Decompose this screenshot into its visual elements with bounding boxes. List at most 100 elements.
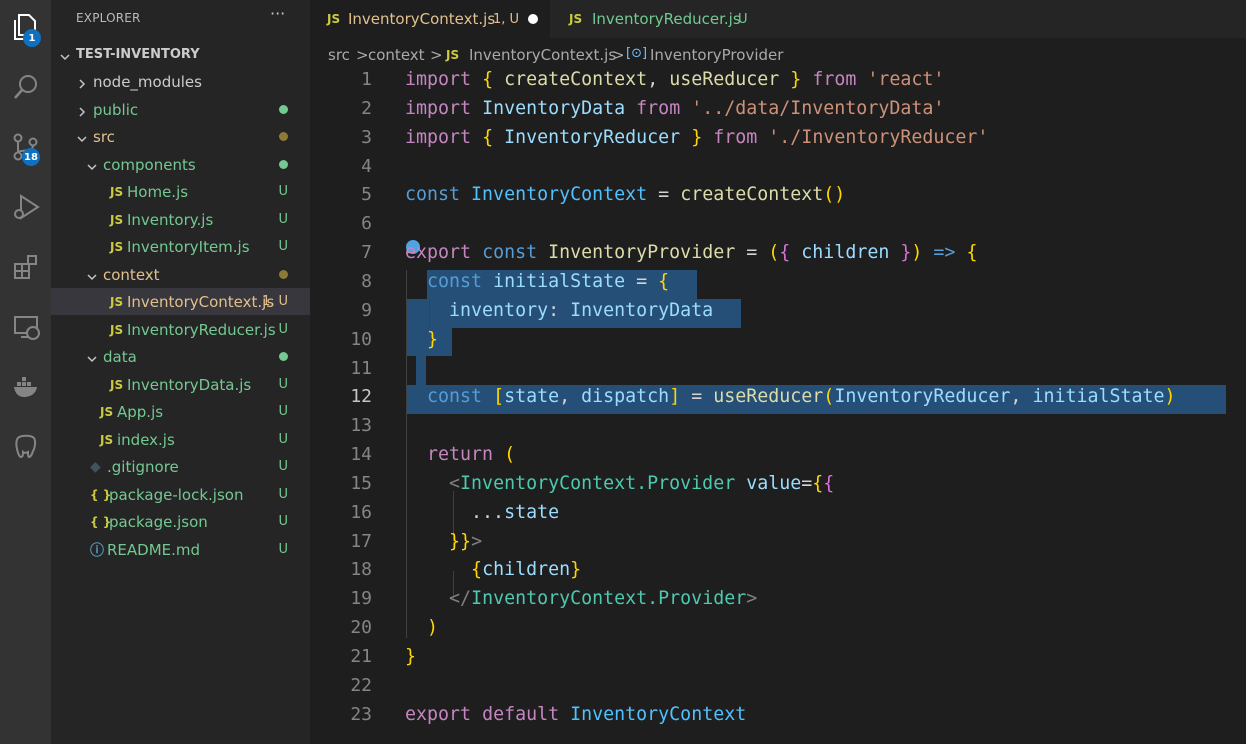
code-line[interactable]: ...state ...state [405, 502, 559, 523]
source-control-activity[interactable]: 18 [0, 122, 51, 172]
tab-inventorycontext[interactable]: JS InventoryContext.js 1, U [310, 0, 550, 38]
js-file-icon: JS [100, 404, 114, 419]
line-number: 18 [350, 559, 372, 581]
tab-inventoryreducer[interactable]: JS InventoryReducer.js U [551, 0, 761, 38]
line-number: 7 [361, 242, 372, 264]
code-line[interactable]: </InventoryContext.Provider> </Inventory… [405, 588, 757, 609]
breadcrumb-separator: > [430, 46, 443, 64]
tree-item-label: Home.js [127, 182, 189, 201]
js-file-icon: JS [327, 12, 341, 26]
tree-item-file-inventoryitem[interactable]: JS InventoryItem.js U [51, 233, 310, 260]
tree-item-label: data [103, 347, 137, 366]
unsaved-dot-icon[interactable] [528, 14, 538, 24]
explorer-title: EXPLORER [76, 11, 141, 25]
code-line[interactable]: import InventoryData from '../data/Inven… [405, 98, 944, 119]
line-number: 20 [350, 617, 372, 639]
chevron-down-icon [59, 49, 71, 61]
breadcrumb-separator: > [356, 46, 369, 64]
tree-item-file-inventorydata[interactable]: JS InventoryData.js U [51, 371, 310, 398]
code-line[interactable]: {children} {children} [405, 559, 581, 580]
code-line[interactable]: <InventoryContext.Provider value={{ <Inv… [405, 473, 834, 494]
breadcrumb-context[interactable]: context [368, 46, 425, 64]
tree-item-label: package.json [109, 512, 208, 531]
js-file-icon: JS [569, 12, 583, 26]
git-status-badge: U [278, 184, 288, 199]
tab-status: U [738, 11, 748, 27]
remote-explorer-activity[interactable] [0, 302, 51, 352]
code-line[interactable]: return ( return ( [405, 444, 515, 465]
breadcrumb-symbol[interactable]: InventoryProvider [650, 46, 783, 64]
git-status-badge: U [278, 404, 288, 419]
tree-item-folder-context[interactable]: context [51, 261, 310, 288]
code-line[interactable]: } } [405, 329, 438, 350]
line-number: 13 [350, 415, 372, 437]
git-status-badge: U [278, 212, 288, 227]
js-file-icon: JS [110, 377, 124, 392]
code-line[interactable]: ) ) [405, 617, 438, 638]
code-line[interactable]: inventory: InventoryData inventory: Inve… [405, 300, 713, 321]
code-line[interactable]: const [state, dispatch] = useReducer(Inv… [405, 386, 1176, 407]
breadcrumb-src[interactable]: src [328, 46, 350, 64]
code-line[interactable]: const initialState = { const initialStat… [405, 271, 669, 292]
tree-item-label: .gitignore [107, 457, 179, 476]
line-number: 1 [361, 69, 372, 90]
git-status-badge: U [278, 459, 288, 474]
explorer-sidebar: EXPLORER ··· TEST-INVENTORY node_modules… [51, 0, 310, 744]
line-number: 9 [361, 299, 372, 321]
extensions-icon [13, 255, 37, 279]
database-activity[interactable] [0, 422, 51, 472]
code-line-highlighted: inventory: InventoryData [449, 299, 714, 321]
tree-item-file-package-lock[interactable]: { } package-lock.json U [51, 481, 310, 508]
root-folder[interactable]: TEST-INVENTORY [51, 41, 310, 68]
code-line[interactable]: }}> }}> [405, 531, 482, 552]
code-line[interactable]: }} [405, 646, 416, 667]
tree-item-file-app[interactable]: JS App.js U [51, 398, 310, 425]
symbol-variable-icon: [⊙] [626, 46, 648, 61]
git-status-dot [279, 132, 288, 141]
code-line[interactable]: export default InventoryContextexport de… [405, 704, 746, 725]
code-line-highlighted: ) [427, 617, 439, 639]
code-line[interactable]: import { createContext, useReducer } fro… [405, 69, 944, 90]
tree-item-folder-data[interactable]: data [51, 343, 310, 370]
tree-item-folder-components[interactable]: components [51, 151, 310, 178]
code-line-highlighted: </InventoryContext.Provider> [449, 588, 758, 610]
tab-bar: JS InventoryContext.js 1, U JS Inventory… [310, 0, 1246, 38]
tree-item-file-index[interactable]: JS index.js U [51, 426, 310, 453]
tree-item-label: components [103, 155, 196, 174]
docker-activity[interactable] [0, 362, 51, 412]
js-file-icon: JS [110, 212, 124, 227]
tree-item-file-gitignore[interactable]: ◆ .gitignore U [51, 453, 310, 480]
tree-item-file-home[interactable]: JS Home.js U [51, 178, 310, 205]
tree-item-folder-src[interactable]: src [51, 123, 310, 150]
tree-item-label: index.js [117, 430, 175, 449]
tree-item-folder-node-modules[interactable]: node_modules [51, 68, 310, 95]
code-line-highlighted: {children} [471, 559, 582, 581]
tree-item-folder-public[interactable]: public [51, 96, 310, 123]
tree-item-file-package[interactable]: { } package.json U [51, 508, 310, 535]
docker-icon [13, 377, 37, 397]
tree-item-file-inventory[interactable]: JS Inventory.js U [51, 206, 310, 233]
code-line[interactable]: import { InventoryReducer } from './Inve… [405, 127, 988, 148]
root-folder-label: TEST-INVENTORY [76, 47, 200, 62]
explorer-activity[interactable]: 1 [0, 2, 51, 52]
tree-item-file-inventorycontext[interactable]: JS InventoryContext.js 1, U [51, 288, 310, 315]
line-number: 2 [361, 97, 372, 119]
search-activity[interactable] [0, 62, 51, 112]
more-actions-button[interactable]: ··· [270, 4, 285, 23]
code-line-highlighted: const initialState = { [427, 270, 670, 292]
line-number: 12 [350, 386, 372, 408]
tree-item-file-readme[interactable]: ⓘ README.md U [51, 536, 310, 563]
code-line[interactable]: const InventoryContext = createContext()… [405, 184, 845, 205]
extensions-activity[interactable] [0, 242, 51, 292]
tree-item-label: node_modules [93, 72, 202, 91]
tree-item-label: App.js [117, 402, 164, 421]
code-line-highlighted: const [state, dispatch] = useReducer(Inv… [427, 386, 1176, 408]
js-file-icon: JS [110, 294, 124, 309]
code-line[interactable]: export const InventoryProvider = ({ chil… [405, 242, 977, 263]
code-editor[interactable]: 1 2 3 4 5 6 7 8 9 10 11 12 13 14 15 16 17 18 19 20 21 22 23 im… [310, 66, 1246, 744]
line-number: 16 [350, 501, 372, 523]
run-debug-activity[interactable] [0, 182, 51, 232]
breadcrumb-file[interactable]: InventoryContext.js [469, 46, 616, 64]
tree-item-file-inventoryreducer[interactable]: JS InventoryReducer.js U [51, 316, 310, 343]
tree-item-label: InventoryContext.js [127, 292, 275, 311]
